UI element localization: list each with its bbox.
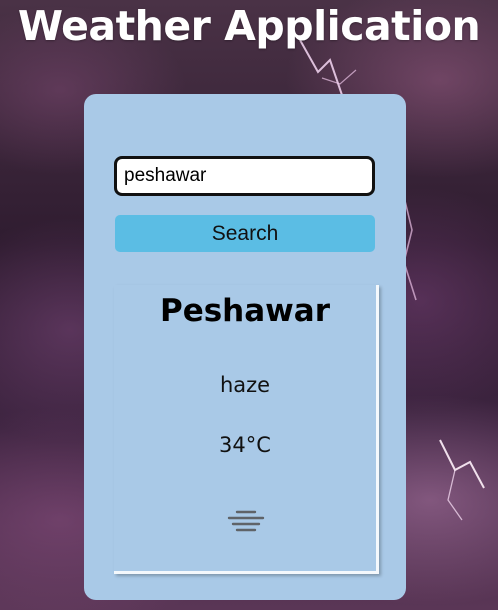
weather-description: haze bbox=[219, 373, 271, 397]
app-title: Weather Application bbox=[17, 2, 481, 50]
haze-icon bbox=[227, 510, 265, 532]
city-name: Peshawar bbox=[159, 293, 331, 329]
temperature: 34°C bbox=[219, 433, 271, 457]
weather-card: Search Peshawar haze 34°C bbox=[84, 94, 406, 600]
search-button[interactable]: Search bbox=[115, 215, 375, 252]
weather-result-panel: Peshawar haze 34°C bbox=[114, 285, 379, 574]
city-search-input[interactable] bbox=[114, 156, 375, 196]
